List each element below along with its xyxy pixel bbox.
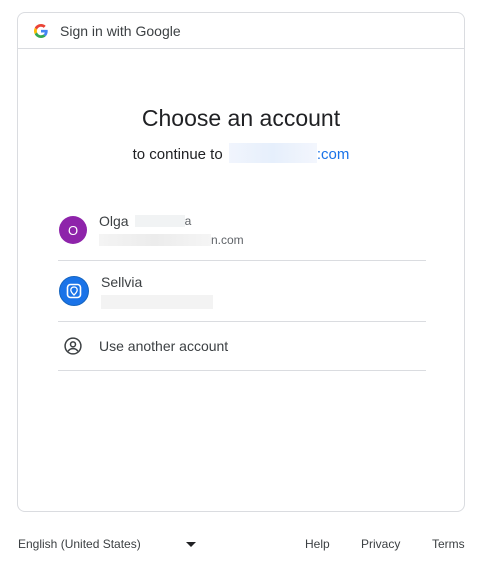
account-name-text: Olga	[99, 213, 129, 229]
page-title: Choose an account	[141, 105, 341, 131]
account-row-sellvia[interactable]: Sellvia	[58, 261, 426, 322]
footer: English (United States) Help Privacy Ter…	[18, 537, 468, 553]
redacted-domain-part	[228, 143, 317, 163]
card-header: Sign in with Google	[18, 13, 464, 49]
account-circle-icon	[59, 332, 87, 360]
sign-in-card: Sign in with Google Choose an account to…	[17, 12, 465, 512]
sellvia-logo-glyph	[66, 283, 82, 299]
subtitle-prefix: to continue to	[132, 146, 223, 163]
account-list: O Olga a n.com Sellvia Use another accou…	[58, 200, 426, 371]
account-email: n.com	[99, 232, 244, 248]
use-another-account-button[interactable]: Use another account	[58, 322, 426, 371]
account-name-tail: a	[184, 214, 192, 228]
account-circle-glyph	[64, 337, 82, 355]
redacted-email-part	[99, 234, 211, 246]
header-title: Sign in with Google	[60, 22, 181, 39]
account-texts: Sellvia	[101, 273, 213, 309]
account-texts: Olga a n.com	[99, 212, 244, 248]
page-subtitle: to continue to :com	[18, 143, 464, 163]
help-link[interactable]: Help	[305, 537, 330, 551]
caret-down-icon[interactable]	[186, 542, 196, 547]
account-email-tail: n.com	[211, 233, 244, 247]
avatar: O	[59, 216, 87, 244]
subtitle-domain[interactable]: :com	[317, 146, 350, 163]
language-selector[interactable]: English (United States)	[18, 537, 141, 551]
account-name: Sellvia	[101, 273, 213, 291]
redacted-name-part	[134, 215, 185, 227]
privacy-link[interactable]: Privacy	[361, 537, 400, 551]
account-email	[101, 293, 213, 309]
sellvia-logo-icon	[59, 276, 89, 306]
redacted-email-part	[101, 295, 213, 309]
account-name: Olga a	[99, 212, 244, 230]
google-g-icon	[34, 23, 48, 38]
avatar-letter: O	[67, 222, 79, 238]
account-row-olga[interactable]: O Olga a n.com	[58, 200, 426, 261]
language-label: English (United States)	[18, 537, 141, 551]
terms-link[interactable]: Terms	[432, 537, 465, 551]
account-name-text: Sellvia	[101, 274, 143, 290]
use-another-account-label: Use another account	[99, 338, 229, 354]
